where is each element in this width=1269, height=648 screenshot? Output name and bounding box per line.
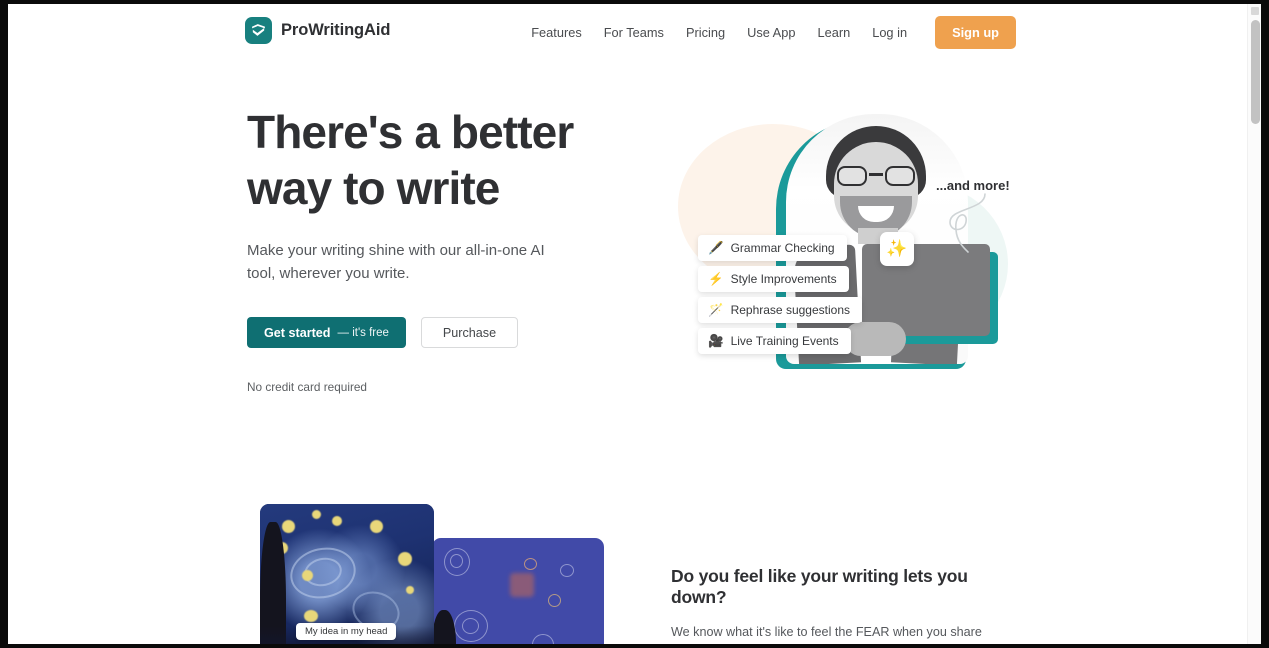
browser-viewport: ProWritingAid Features For Teams Pricing… xyxy=(8,4,1261,644)
doodle-spiral xyxy=(450,554,463,568)
nav-link-for-teams[interactable]: For Teams xyxy=(593,19,675,46)
feature-pill-rephrase-suggestions: 🪄 Rephrase suggestions xyxy=(698,297,862,323)
hero-cta-group: Get started — it's free Purchase xyxy=(247,317,607,348)
doodle-star xyxy=(548,594,561,607)
starry-star xyxy=(302,570,313,581)
nav-link-use-app[interactable]: Use App xyxy=(736,19,806,46)
get-started-button[interactable]: Get started — it's free xyxy=(247,317,406,348)
nav-link-pricing[interactable]: Pricing xyxy=(675,19,736,46)
site-header: ProWritingAid Features For Teams Pricing… xyxy=(8,4,1253,60)
feature-pill-label: Grammar Checking xyxy=(730,241,835,255)
starry-star xyxy=(282,520,295,533)
glasses-right-lens xyxy=(885,166,915,186)
nav-link-features[interactable]: Features xyxy=(520,19,593,46)
glasses-bridge xyxy=(869,173,883,176)
primary-navigation: Features For Teams Pricing Use App Learn… xyxy=(520,16,1016,49)
browser-window-frame: ProWritingAid Features For Teams Pricing… xyxy=(0,0,1269,648)
lower-section-body: We know what it's like to feel the FEAR … xyxy=(671,625,982,639)
feature-pill-label: Rephrase suggestions xyxy=(730,303,850,317)
hero-title: There's a better way to write xyxy=(247,104,607,216)
glasses-icon xyxy=(836,166,916,186)
curved-arrow-icon xyxy=(949,193,986,253)
starry-night-image: My idea in my head xyxy=(260,504,434,644)
feature-pill-label: Style Improvements xyxy=(730,272,837,286)
lower-section-title: Do you feel like your writing lets you d… xyxy=(671,566,968,607)
lower-section-copy: Do you feel like your writing lets you d… xyxy=(671,566,1021,644)
starry-star xyxy=(398,552,412,566)
starry-star xyxy=(406,586,414,594)
get-started-note: — it's free xyxy=(337,326,389,339)
sparkle-icon: ✨ xyxy=(880,232,914,266)
doodle-smudge xyxy=(510,573,534,597)
doodle-cypress xyxy=(432,610,456,644)
feature-pill-live-training-events: 🎥 Live Training Events xyxy=(698,328,851,354)
doodle-spiral xyxy=(462,618,479,634)
blue-sketch-card xyxy=(432,538,604,644)
purchase-button[interactable]: Purchase xyxy=(420,317,519,348)
feature-pill-style-improvements: ⚡ Style Improvements xyxy=(698,266,849,292)
hero-title-line-1: There's a better xyxy=(247,106,574,158)
starry-star xyxy=(312,510,321,519)
starry-star xyxy=(304,610,318,622)
magic-wand-icon: 🪄 xyxy=(708,302,724,317)
lightning-bolt-icon: ⚡ xyxy=(708,271,724,286)
page-scrollbar[interactable] xyxy=(1247,4,1261,644)
doodle-star xyxy=(560,564,574,577)
person-hand xyxy=(844,322,906,356)
prowritingaid-logo-icon xyxy=(245,17,272,44)
scroll-up-arrow-icon[interactable] xyxy=(1251,7,1259,15)
hero-illustration: ✨ 🖋️ Grammar Checking ⚡ Style Improvemen… xyxy=(648,94,1048,394)
doodle-spiral xyxy=(532,634,554,644)
scrollbar-thumb[interactable] xyxy=(1251,20,1260,124)
brand-logo-link[interactable]: ProWritingAid xyxy=(245,17,390,44)
feature-pill-label: Live Training Events xyxy=(730,334,839,348)
sparkle-glyph: ✨ xyxy=(886,239,908,258)
nav-link-learn[interactable]: Learn xyxy=(806,19,861,46)
hero-copy: There's a better way to write Make your … xyxy=(247,104,607,394)
sign-up-button[interactable]: Sign up xyxy=(935,16,1016,49)
brand-name: ProWritingAid xyxy=(281,21,391,39)
movie-camera-icon: 🎥 xyxy=(708,333,724,348)
starry-star xyxy=(370,520,383,533)
page-canvas: ProWritingAid Features For Teams Pricing… xyxy=(8,4,1253,644)
get-started-label: Get started xyxy=(264,325,331,340)
and-more-label: ...and more! xyxy=(936,178,1010,193)
starry-caption: My idea in my head xyxy=(296,623,397,640)
doodle-star xyxy=(524,558,537,570)
starry-star xyxy=(332,516,342,526)
no-credit-card-note: No credit card required xyxy=(247,380,367,394)
hero-subtitle: Make your writing shine with our all-in-… xyxy=(247,242,545,282)
feature-pill-grammar-checking: 🖋️ Grammar Checking xyxy=(698,235,847,261)
feather-pen-icon: 🖋️ xyxy=(708,240,724,255)
nav-link-log-in[interactable]: Log in xyxy=(861,19,918,46)
glasses-left-lens xyxy=(837,166,867,186)
hero-title-line-2: way to write xyxy=(247,162,500,214)
